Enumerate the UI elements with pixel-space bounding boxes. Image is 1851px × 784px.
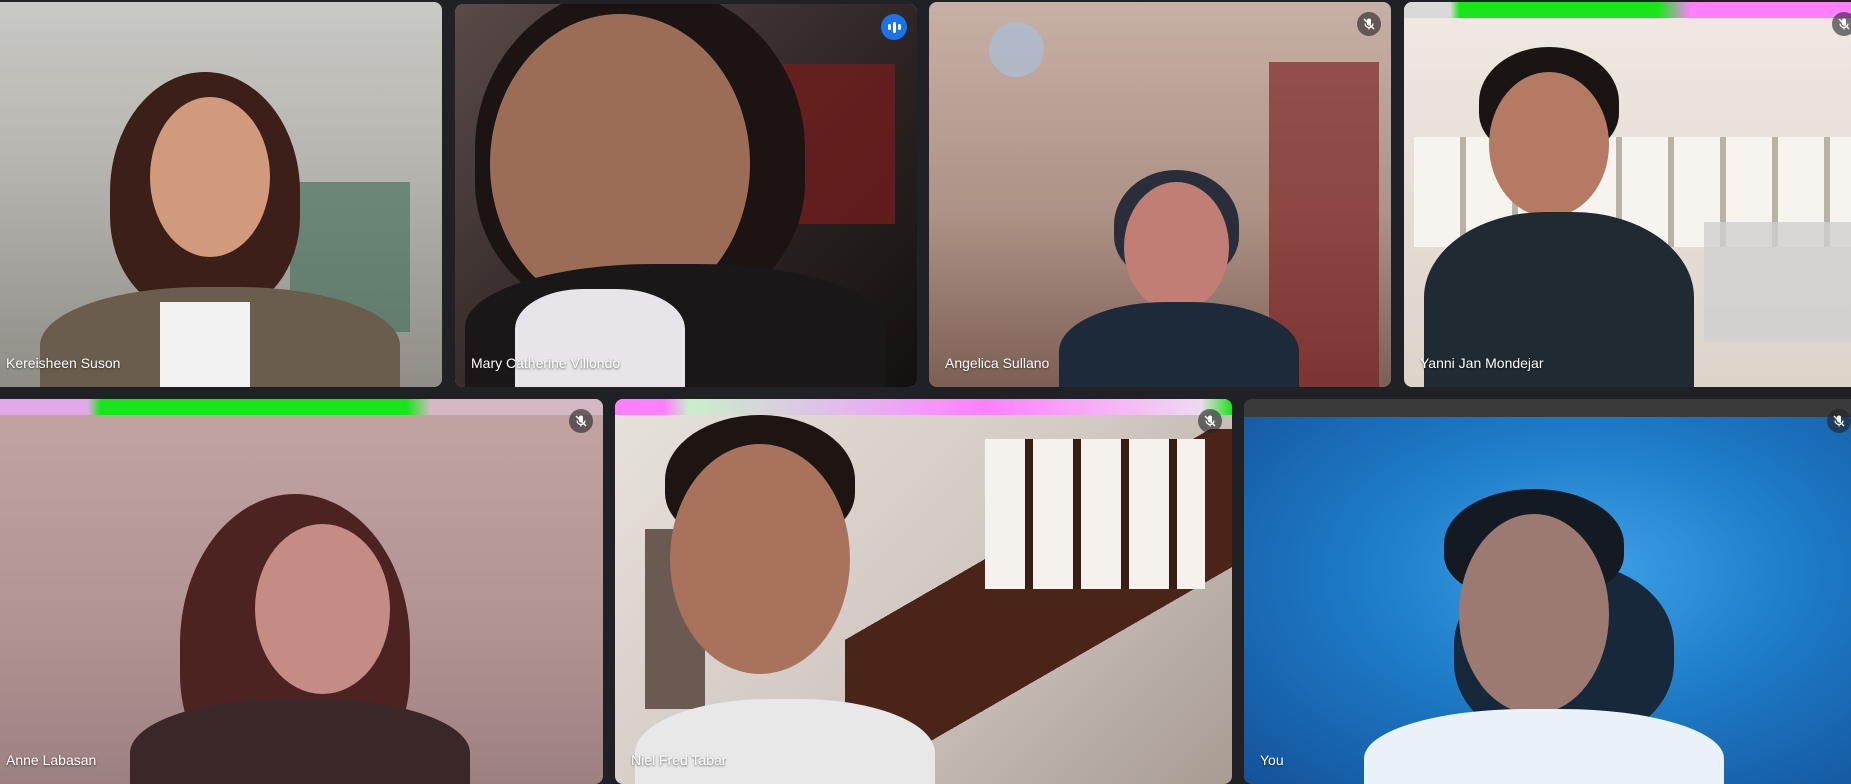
video-feed xyxy=(615,399,1232,784)
participant-tile-mary-catherine-villondo[interactable]: Mary Catherine Villondo xyxy=(455,4,917,387)
mic-off-icon xyxy=(1198,409,1222,433)
participant-tile-angelica-sullano[interactable]: Angelica Sullano xyxy=(929,2,1391,387)
mic-off-icon xyxy=(569,409,593,433)
participant-tile-anne-labasan[interactable]: Anne Labasan xyxy=(0,399,603,784)
mic-off-icon xyxy=(1832,12,1851,36)
participant-name: Mary Catherine Villondo xyxy=(471,355,621,371)
video-feed xyxy=(0,399,603,784)
participant-name: You xyxy=(1260,752,1284,768)
video-feed xyxy=(0,2,442,387)
audio-level-icon xyxy=(881,14,907,40)
participant-name: Angelica Sullano xyxy=(945,355,1050,371)
participant-name: Yanni Jan Mondejar xyxy=(1420,355,1544,371)
participant-tile-kereisheen-suson[interactable]: Kereisheen Suson xyxy=(0,2,442,387)
mic-off-icon xyxy=(1357,12,1381,36)
participant-name: Anne Labasan xyxy=(6,752,97,768)
video-feed xyxy=(929,2,1391,387)
participant-name: Niel Fred Tabar xyxy=(631,752,727,768)
video-feed xyxy=(455,4,917,387)
participant-tile-yanni-jan-mondejar[interactable]: Yanni Jan Mondejar xyxy=(1404,2,1851,387)
mic-off-icon xyxy=(1827,409,1851,433)
video-feed xyxy=(1404,2,1851,387)
participant-name: Kereisheen Suson xyxy=(6,355,121,371)
participant-tile-niel-fred-tabar[interactable]: Niel Fred Tabar xyxy=(615,399,1232,784)
participant-tile-you[interactable]: You xyxy=(1244,399,1851,784)
video-feed xyxy=(1244,399,1851,784)
